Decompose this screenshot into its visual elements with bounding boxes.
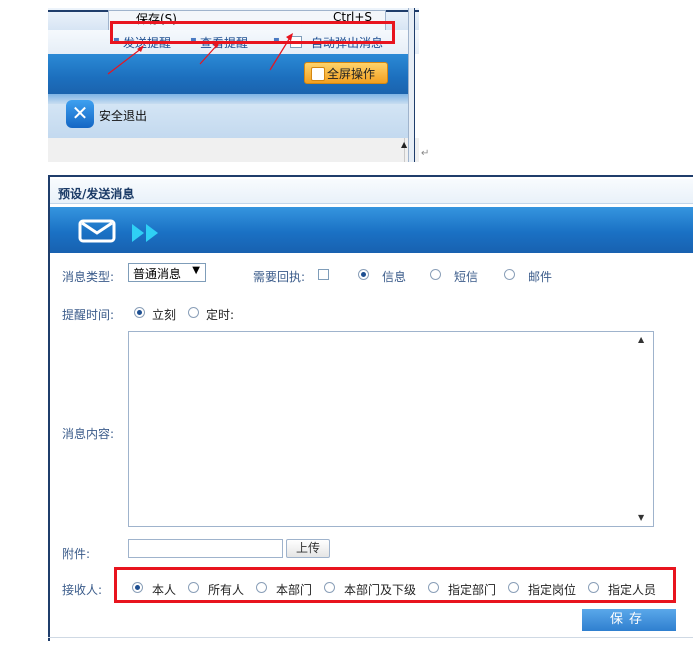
attachment-input[interactable] bbox=[128, 539, 283, 558]
form-title: 预设/发送消息 bbox=[58, 187, 135, 201]
arrow-view-reminder bbox=[199, 43, 219, 65]
arrow-auto-popup bbox=[269, 35, 292, 71]
toolbar-screenshot: 保存(S) Ctrl+S ▪ 发送提醒 ▪ 查看提醒 ▪ 自动弹出消息 全屏操作… bbox=[48, 8, 419, 162]
scroll-down-arrow-icon[interactable]: ▼ bbox=[638, 513, 644, 522]
channel-radio-email[interactable] bbox=[504, 269, 515, 280]
upload-button[interactable]: 上传 bbox=[286, 539, 330, 558]
remind-label-scheduled: 定时: bbox=[206, 308, 235, 322]
remind-radio-now[interactable] bbox=[134, 307, 145, 318]
msg-type-value: 普通消息 bbox=[133, 267, 182, 281]
msg-type-select[interactable]: 普通消息 ▼ bbox=[128, 263, 206, 282]
save-button[interactable]: 保存 bbox=[582, 609, 676, 631]
annotation-arrows bbox=[107, 33, 293, 75]
return-mark-icon: ↵ bbox=[421, 148, 430, 159]
chevron-down-icon: ▼ bbox=[192, 265, 200, 276]
form-title-bar bbox=[50, 179, 693, 204]
channel-label-email: 邮件 bbox=[528, 270, 553, 284]
need-receipt-label: 需要回执: bbox=[253, 270, 306, 284]
need-receipt-checkbox[interactable] bbox=[318, 269, 329, 280]
arrow-head-icon bbox=[286, 33, 293, 41]
msg-type-label: 消息类型: bbox=[62, 270, 115, 284]
attachment-label: 附件: bbox=[62, 547, 91, 561]
highlight-box bbox=[114, 567, 676, 603]
send-message-form: 预设/发送消息 消息类型: 普通消息 ▼ 需要回执: 信息 短信 邮件 提醒时间… bbox=[48, 175, 693, 641]
channel-label-info: 信息 bbox=[382, 270, 407, 284]
double-chevron-icon bbox=[132, 224, 158, 242]
remind-radio-scheduled[interactable] bbox=[188, 307, 199, 318]
remind-label-now: 立刻 bbox=[152, 308, 177, 322]
form-top-border bbox=[48, 175, 693, 177]
remind-time-label: 提醒时间: bbox=[62, 308, 115, 322]
content-label: 消息内容: bbox=[62, 427, 115, 441]
channel-radio-info[interactable] bbox=[358, 269, 369, 280]
channel-radio-sms[interactable] bbox=[430, 269, 441, 280]
content-textarea[interactable] bbox=[128, 331, 654, 527]
form-bottom-border bbox=[48, 637, 693, 638]
scroll-up-arrow-icon[interactable]: ▲ bbox=[638, 335, 644, 344]
recipient-label: 接收人: bbox=[62, 583, 103, 597]
arrow-head-icon bbox=[213, 41, 220, 48]
envelope-icon bbox=[78, 219, 116, 243]
channel-label-sms: 短信 bbox=[454, 270, 479, 284]
arrow-send-reminder bbox=[107, 47, 143, 75]
